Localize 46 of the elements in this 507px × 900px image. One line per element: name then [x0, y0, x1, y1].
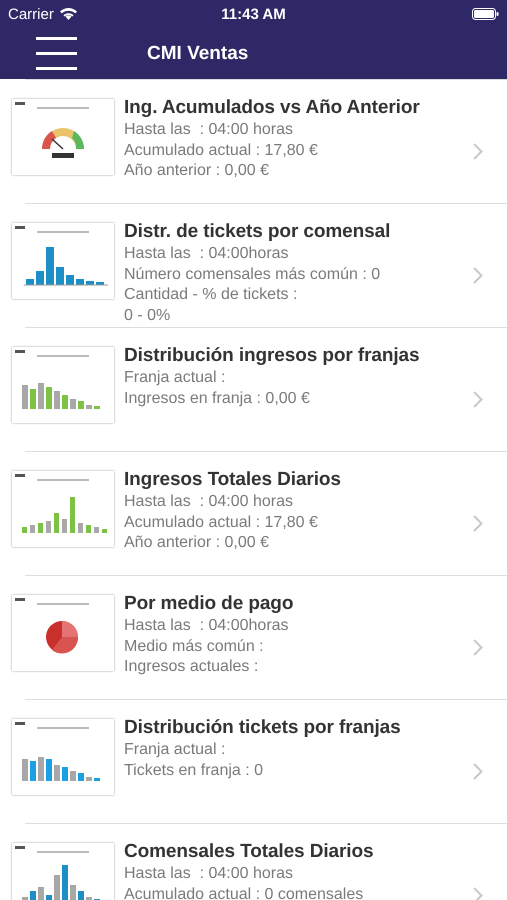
- report-detail: Acumulado actual : 0 comensales: [124, 884, 364, 900]
- report-list-item[interactable]: Distr. de tickets por comensal Hasta las : 04:00horas Número comensales más común : 0 Cantidad - % de tickets : 0 - 0%: [0, 203, 507, 327]
- menu-button[interactable]: [36, 37, 77, 70]
- report-detail: Acumulado actual : 17,80 €: [124, 140, 319, 160]
- report-detail: Ingresos en franja : 0,00 €: [124, 388, 311, 408]
- carrier-label: Carrier: [8, 6, 54, 22]
- report-detail: Cantidad - % de tickets :: [124, 285, 298, 305]
- report-detail: Medio más común :: [124, 636, 265, 656]
- report-list-item[interactable]: Comensales Totales Diarios Hasta las : 04:00 horas Acumulado actual : 0 comensales: [0, 823, 507, 900]
- battery-icon: [472, 8, 499, 20]
- chevron-right-icon: [473, 390, 483, 408]
- report-detail: Hasta las : 04:00 horas: [124, 864, 294, 884]
- report-detail: Número comensales más común : 0: [124, 264, 382, 284]
- report-detail: Franja actual :: [124, 740, 226, 760]
- status-time: 11:43 AM: [221, 6, 286, 22]
- chevron-right-icon: [473, 514, 483, 532]
- report-title: Distribución tickets por franjas: [124, 717, 402, 739]
- report-detail: Hasta las : 04:00 horas: [124, 492, 294, 512]
- report-title: Distribución ingresos por franjas: [124, 345, 420, 367]
- report-title: Comensales Totales Diarios: [124, 841, 374, 863]
- chevron-right-icon: [473, 142, 483, 160]
- chevron-right-icon: [473, 266, 483, 284]
- chevron-right-icon: [473, 638, 483, 656]
- report-detail: Hasta las : 04:00horas: [124, 616, 290, 636]
- report-detail: Ingresos actuales :: [124, 657, 260, 677]
- report-list-item[interactable]: Distribución tickets por franjas Franja actual : Tickets en franja : 0: [0, 699, 507, 823]
- report-title: Distr. de tickets por comensal: [124, 221, 392, 243]
- report-detail: Año anterior : 0,00 €: [124, 533, 270, 553]
- report-list-item[interactable]: Distribución ingresos por franjas Franja actual : Ingresos en franja : 0,00 €: [0, 327, 507, 451]
- report-title: Por medio de pago: [124, 593, 294, 615]
- report-detail: Tickets en franja : 0: [124, 760, 264, 780]
- report-detail: Hasta las : 04:00horas: [124, 244, 290, 264]
- report-detail: Franja actual :: [124, 368, 226, 388]
- wifi-icon: [60, 8, 77, 20]
- report-list-item[interactable]: Por medio de pago Hasta las : 04:00horas Medio más común : Ingresos actuales :: [0, 575, 507, 699]
- screen-title: CMI Ventas: [147, 42, 248, 64]
- report-detail: Año anterior : 0,00 €: [124, 161, 270, 181]
- report-detail: 0 - 0%: [124, 306, 172, 326]
- chevron-right-icon: [473, 762, 483, 780]
- report-list-item[interactable]: Ingresos Totales Diarios Hasta las : 04:00 horas Acumulado actual : 17,80 € Año anterior : 0,00 €: [0, 451, 507, 575]
- chevron-right-icon: [473, 886, 483, 900]
- report-list-item[interactable]: Ing. Acumulados vs Año Anterior Hasta las : 04:00 horas Acumulado actual : 17,80 € Año anterior : 0,00 €: [0, 79, 507, 203]
- report-title: Ingresos Totales Diarios: [124, 469, 342, 491]
- report-detail: Hasta las : 04:00 horas: [124, 120, 294, 140]
- report-detail: Acumulado actual : 17,80 €: [124, 512, 319, 532]
- report-title: Ing. Acumulados vs Año Anterior: [124, 97, 421, 119]
